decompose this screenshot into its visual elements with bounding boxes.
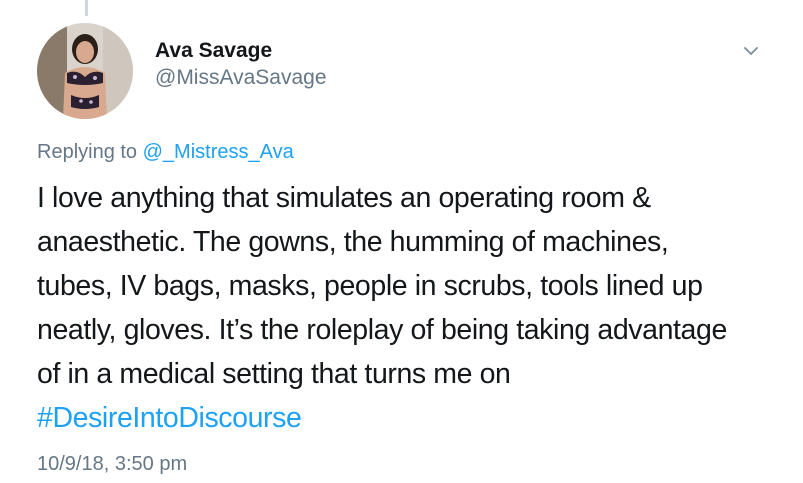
display-name[interactable]: Ava Savage [155,38,327,64]
tweet-text-line: of in a medical setting that turns me on [37,358,511,390]
tweet-text-line: tubes, IV bags, masks, people in scrubs,… [37,270,703,302]
profile-photo-avatar [37,23,133,119]
user-handle[interactable]: @MissAvaSavage [155,64,327,92]
chevron-down-icon [744,47,758,55]
tweet-text-line: anaesthetic. The gowns, the humming of m… [37,226,669,258]
avatar[interactable] [37,23,133,119]
user-info: Ava Savage @MissAvaSavage [155,38,327,92]
reply-mention-link[interactable]: @_Mistress_Ava [143,141,294,163]
tweet-menu-button[interactable] [740,40,762,62]
tweet-text-line: I love anything that simulates an operat… [37,182,651,214]
hashtag-link[interactable]: #DesireIntoDiscourse [37,396,767,440]
replying-to-label: Replying to [37,141,138,163]
tweet-text: I love anything that simulates an operat… [37,176,767,440]
tweet-text-line: neatly, gloves. It’s the roleplay of bei… [37,314,727,346]
tweet-timestamp[interactable]: 10/9/18, 3:50 pm [37,452,187,476]
replying-to: Replying to @_Mistress_Ava [37,138,294,166]
thread-connector-line [85,0,88,16]
